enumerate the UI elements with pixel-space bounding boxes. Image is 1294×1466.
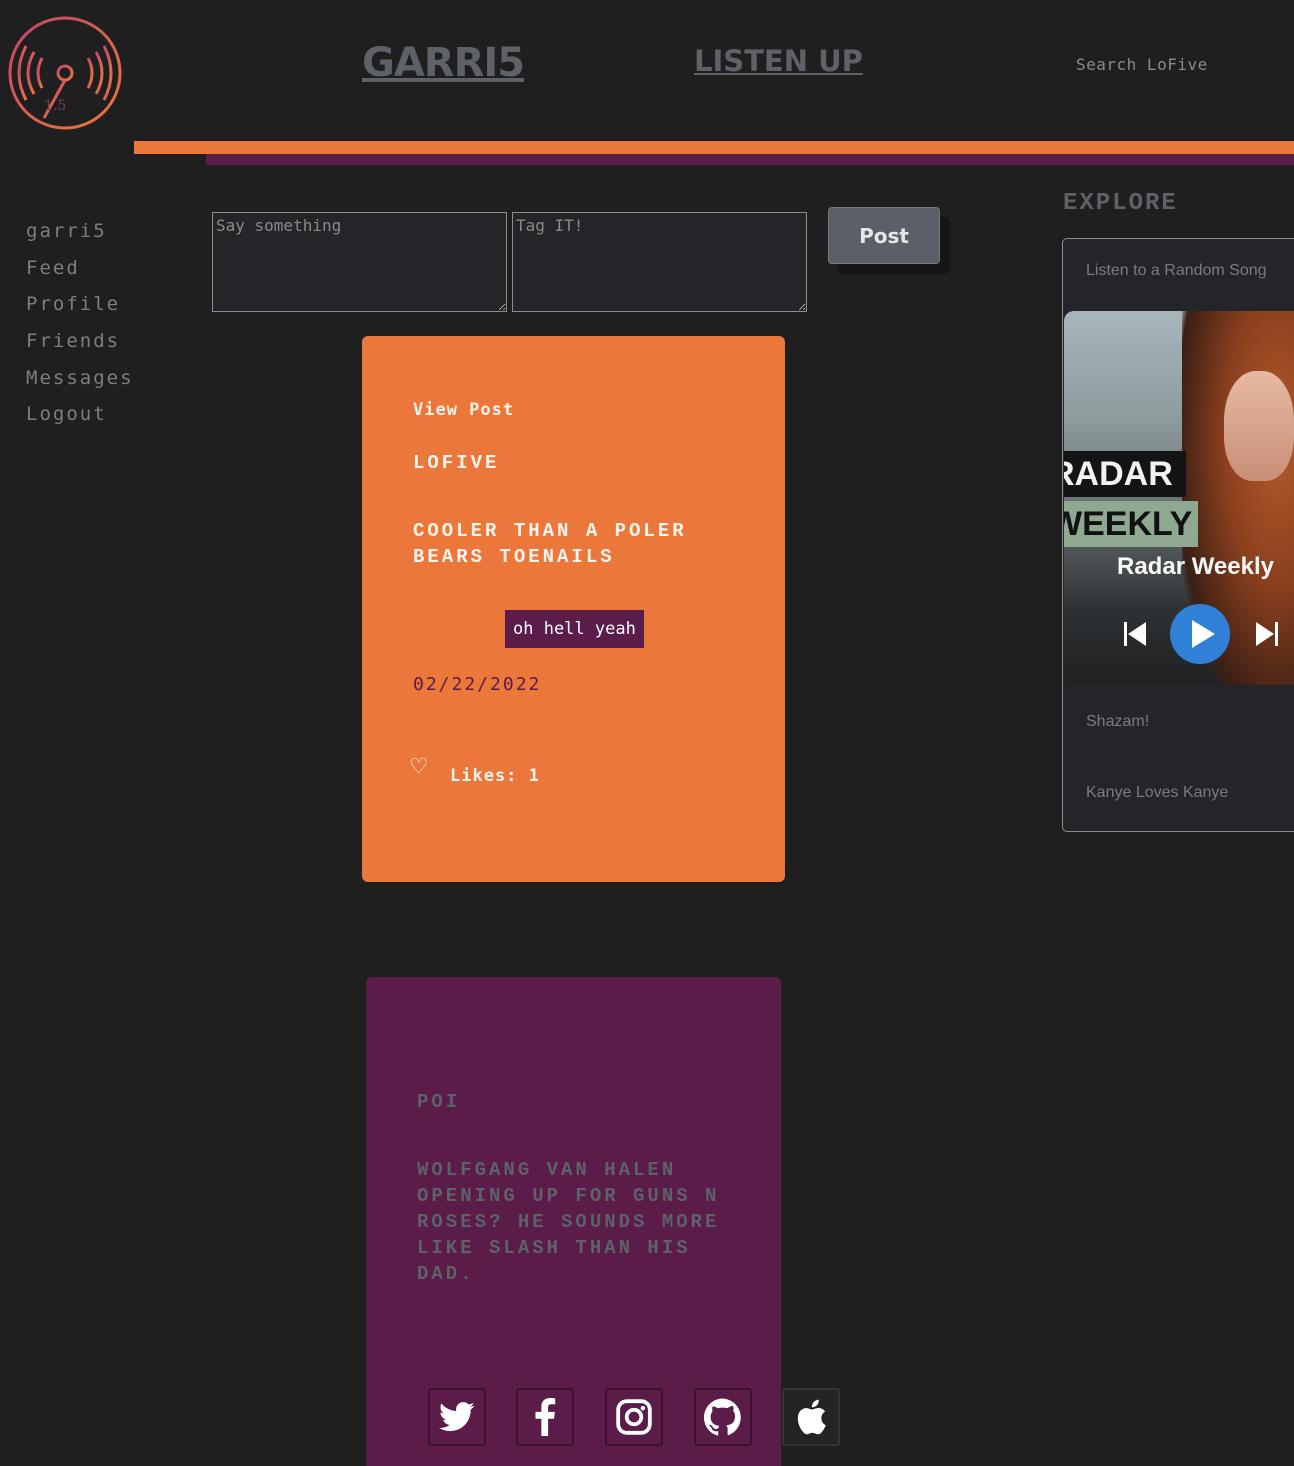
cover-text-radar: RADAR (1064, 451, 1186, 497)
message-input[interactable] (212, 212, 507, 312)
explore-panel: Listen to a Random Song RADAR WEEKLY Rad… (1062, 238, 1294, 832)
svg-text:1.5: 1.5 (44, 98, 66, 114)
twitter-button[interactable] (428, 1388, 486, 1446)
play-icon (1192, 620, 1215, 648)
brand-title[interactable]: GARRI5 (362, 40, 525, 86)
random-song-link[interactable]: Listen to a Random Song (1086, 262, 1267, 280)
sidebar-item-profile[interactable]: Profile (26, 291, 134, 328)
kanye-link[interactable]: Kanye Loves Kanye (1086, 784, 1228, 802)
player-title: Radar Weekly (1117, 553, 1274, 580)
instagram-icon (616, 1399, 652, 1435)
next-track-button[interactable] (1254, 619, 1280, 649)
facebook-icon (535, 1398, 556, 1436)
header-accent-bar-orange (134, 141, 1294, 154)
sidebar-item-logout[interactable]: Logout (26, 401, 134, 438)
previous-track-button[interactable] (1122, 619, 1148, 649)
post-date: 02/22/2022 (413, 674, 542, 695)
sidebar-item-username[interactable]: garri5 (26, 218, 134, 255)
shazam-link[interactable]: Shazam! (1086, 713, 1149, 731)
sidebar-item-feed[interactable]: Feed (26, 255, 134, 292)
skip-back-icon (1124, 622, 1146, 646)
cover-text-weekly: WEEKLY (1064, 501, 1198, 547)
explore-title: EXPLORE (1063, 190, 1178, 217)
lofive-logo[interactable]: 1.5 (4, 12, 126, 134)
post-username[interactable]: LOFIVE (413, 452, 499, 474)
view-post-link[interactable]: View Post (413, 400, 514, 420)
listen-up-link[interactable]: LISTEN UP (694, 44, 863, 78)
music-player: RADAR WEEKLY Radar Weekly (1064, 311, 1294, 685)
post-tag[interactable]: oh hell yeah (505, 610, 644, 648)
github-icon (704, 1398, 741, 1436)
apple-button[interactable] (782, 1388, 840, 1446)
post-card: View Post LOFIVE COOLER THAN A POLER BEA… (362, 336, 785, 882)
likes-count: Likes: 1 (450, 766, 540, 786)
tag-input[interactable] (512, 212, 807, 312)
facebook-button[interactable] (516, 1388, 574, 1446)
twitter-icon (439, 1402, 475, 1432)
apple-icon (797, 1399, 826, 1435)
sidebar-nav: garri5 Feed Profile Friends Messages Log… (26, 218, 134, 438)
post-button[interactable]: Post (828, 207, 940, 264)
github-button[interactable] (694, 1388, 752, 1446)
search-input[interactable]: Search LoFive (1076, 55, 1208, 74)
instagram-button[interactable] (605, 1388, 663, 1446)
post-username[interactable]: POI (417, 1091, 460, 1113)
vinyl-logo-icon: 1.5 (8, 16, 122, 130)
skip-forward-icon (1256, 622, 1278, 646)
sidebar-item-friends[interactable]: Friends (26, 328, 134, 365)
sidebar-item-messages[interactable]: Messages (26, 365, 134, 402)
cover-art-face (1224, 371, 1294, 481)
post-body: WOLFGANG VAN HALEN OPENING UP FOR GUNS N… (417, 1159, 720, 1285)
play-button[interactable] (1170, 604, 1230, 664)
post-body: COOLER THAN A POLER BEARS TOENAILS (413, 520, 687, 568)
heart-icon[interactable]: ♡ (411, 752, 427, 782)
header-accent-bar-purple (206, 154, 1294, 165)
